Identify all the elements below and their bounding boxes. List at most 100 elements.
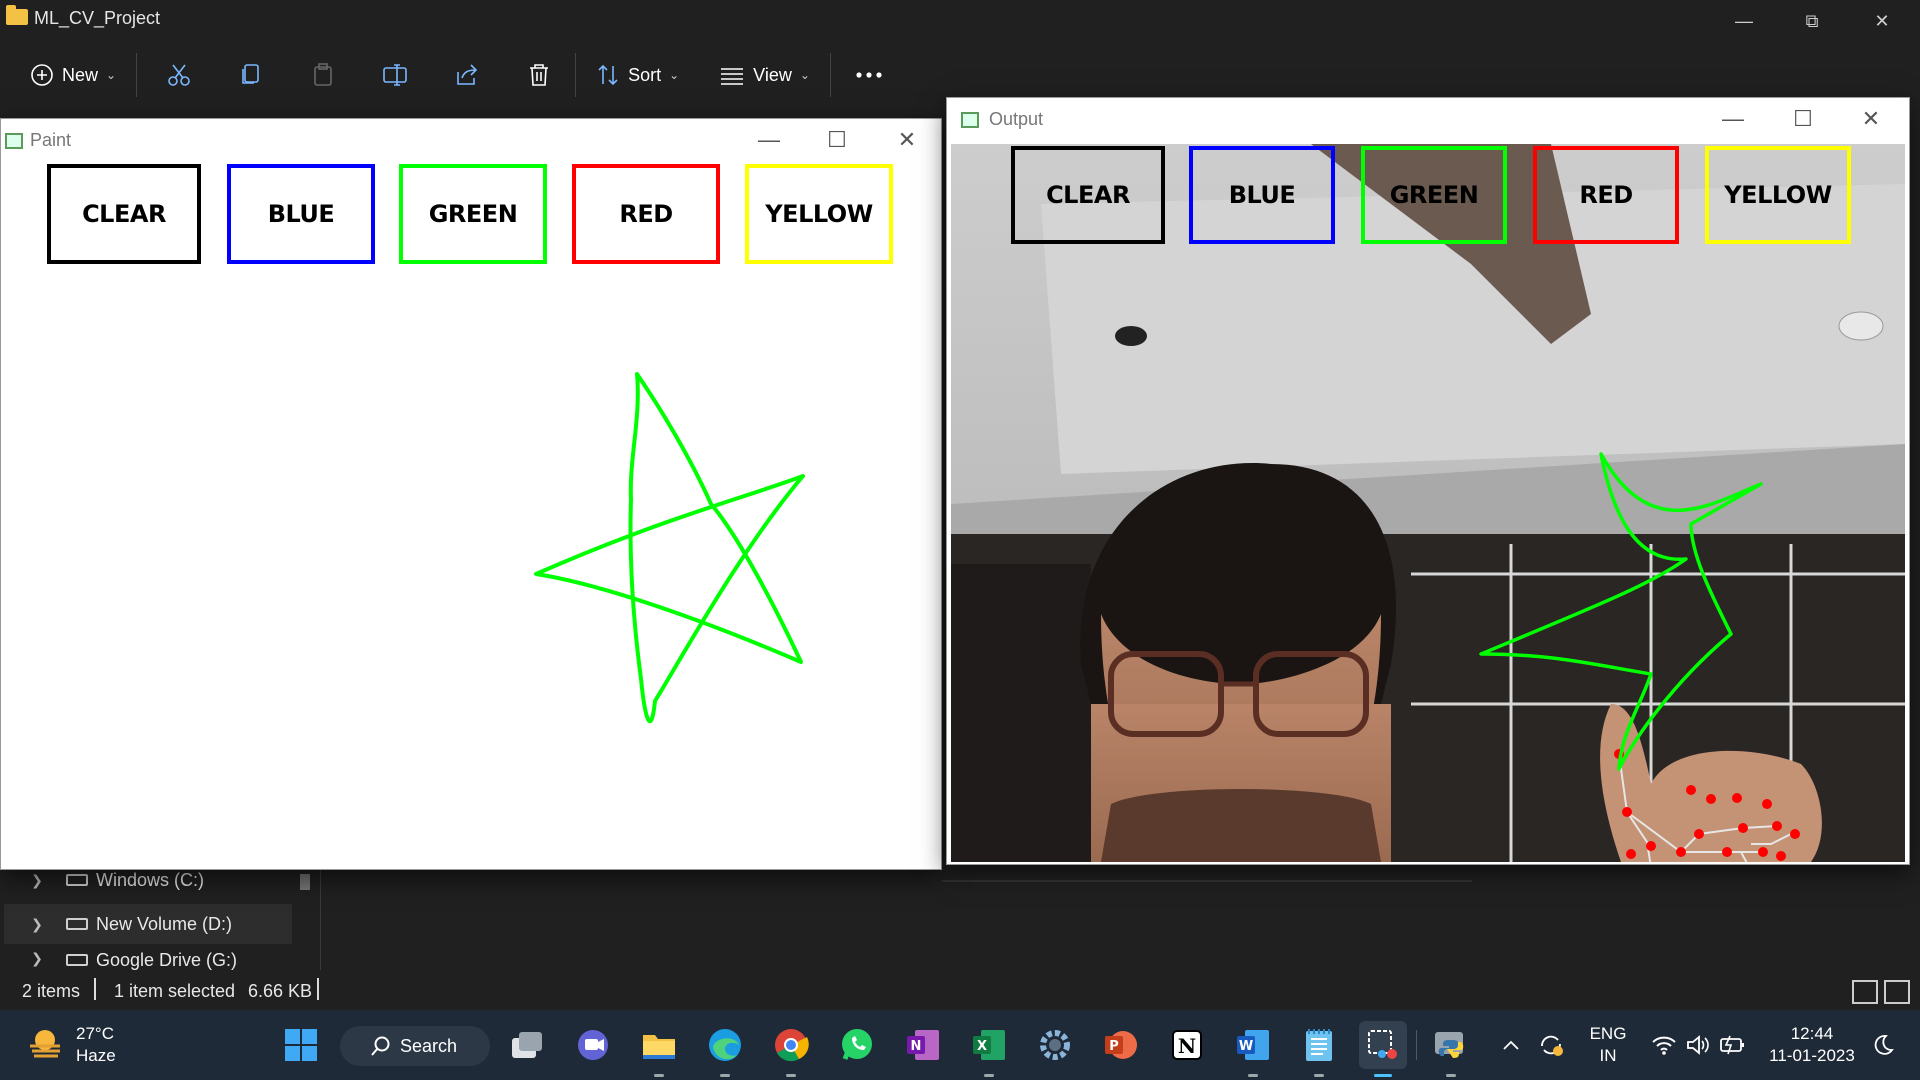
gear-icon xyxy=(1040,1030,1070,1060)
output-green-button[interactable]: GREEN xyxy=(1361,146,1507,244)
taskbar-settings[interactable] xyxy=(1031,1021,1079,1069)
svg-text:W: W xyxy=(1239,1039,1253,1054)
running-indicator xyxy=(786,1074,796,1077)
taskbar-divider xyxy=(1416,1030,1417,1060)
taskbar-chrome[interactable] xyxy=(767,1021,815,1077)
close-icon[interactable]: ✕ xyxy=(1852,6,1912,36)
paint-canvas[interactable] xyxy=(1,119,941,869)
new-button[interactable]: New ⌄ xyxy=(16,51,130,99)
snipping-tool-icon xyxy=(1368,1030,1397,1059)
nav-item-new-volume[interactable]: ❯ New Volume (D:) xyxy=(4,904,292,944)
sync-status[interactable] xyxy=(1534,1021,1568,1069)
copy-icon[interactable] xyxy=(229,51,273,99)
output-title: Output xyxy=(989,109,1044,129)
taskbar-notepad[interactable] xyxy=(1295,1021,1343,1077)
toolbar-divider xyxy=(575,53,577,97)
status-bar: 2 items 1 item selected 6.66 KB xyxy=(0,978,1920,1006)
explorer-title: ML_CV_Project xyxy=(34,8,161,28)
output-blue-button[interactable]: BLUE xyxy=(1189,146,1335,244)
pane-divider[interactable] xyxy=(320,860,321,970)
language-primary[interactable]: ENG xyxy=(1588,1023,1628,1045)
chevron-down-icon: ⌄ xyxy=(106,68,117,82)
running-indicator xyxy=(1374,1074,1392,1077)
battery-charging-icon xyxy=(1720,1035,1744,1055)
taskbar: 27°C Haze Search N X P N W ENG IN 12:44 … xyxy=(0,1010,1920,1080)
taskbar-word[interactable]: W xyxy=(1229,1021,1277,1077)
output-yellow-button[interactable]: YELLOW xyxy=(1705,146,1851,244)
nav-scrollbar-thumb[interactable] xyxy=(300,874,310,890)
share-icon[interactable] xyxy=(445,51,489,99)
app-icon xyxy=(961,112,979,128)
content-scrollbar[interactable] xyxy=(942,870,1472,882)
delete-icon[interactable] xyxy=(517,51,561,99)
output-red-button[interactable]: RED xyxy=(1533,146,1679,244)
language-region[interactable]: IN xyxy=(1588,1045,1628,1067)
sort-icon xyxy=(598,64,618,86)
more-options-icon[interactable] xyxy=(847,51,891,99)
chevron-down-icon: ⌄ xyxy=(799,68,810,82)
notepad-icon xyxy=(1306,1029,1332,1061)
tiles-view-icon[interactable] xyxy=(1884,980,1910,1004)
ceiling-lamp xyxy=(1838,311,1884,341)
running-indicator xyxy=(1314,1074,1324,1077)
taskbar-powerpoint[interactable]: P xyxy=(1097,1021,1145,1069)
start-button[interactable] xyxy=(277,1021,325,1069)
nav-label: Windows (C:) xyxy=(96,869,205,890)
word-icon: W xyxy=(1237,1030,1269,1060)
volume-status[interactable] xyxy=(1682,1021,1714,1069)
show-hidden-icons[interactable] xyxy=(1496,1021,1526,1069)
explorer-toolbar: New ⌄ Sort ⌄ View ⌄ xyxy=(0,46,960,104)
wifi-status[interactable] xyxy=(1648,1021,1680,1069)
clear-label: CLEAR xyxy=(1046,181,1130,209)
minimize-icon[interactable]: — xyxy=(1703,104,1763,134)
weather-widget[interactable] xyxy=(26,1024,64,1067)
view-button[interactable]: View ⌄ xyxy=(705,51,824,99)
drive-icon xyxy=(66,954,88,966)
search-box[interactable]: Search xyxy=(340,1026,490,1066)
svg-text:P: P xyxy=(1109,1039,1119,1054)
battery-status[interactable] xyxy=(1716,1021,1748,1069)
taskbar-snipping-tool[interactable] xyxy=(1359,1021,1407,1077)
weather-temp: 27°C xyxy=(76,1024,114,1043)
taskbar-edge[interactable] xyxy=(701,1021,749,1077)
paste-icon[interactable] xyxy=(301,51,345,99)
maximize-icon[interactable]: ☐ xyxy=(1773,104,1833,134)
drawn-star-stroke xyxy=(534,372,805,724)
sync-icon xyxy=(1541,1035,1563,1056)
speaker-icon xyxy=(1687,1035,1709,1055)
close-icon[interactable]: ✕ xyxy=(1841,104,1901,134)
moon-icon xyxy=(1874,1035,1894,1055)
taskbar-file-explorer[interactable] xyxy=(635,1021,683,1077)
rename-icon[interactable] xyxy=(373,51,417,99)
minimize-icon[interactable]: — xyxy=(1714,6,1774,36)
powerpoint-icon: P xyxy=(1105,1031,1137,1059)
output-titlebar[interactable]: Output — ☐ ✕ xyxy=(947,98,1909,140)
svg-text:X: X xyxy=(977,1039,987,1054)
notifications-button[interactable] xyxy=(1866,1021,1900,1069)
taskbar-task-view[interactable] xyxy=(503,1021,551,1069)
restore-icon[interactable]: ⧉ xyxy=(1782,6,1842,36)
sort-button[interactable]: Sort ⌄ xyxy=(582,51,693,99)
explorer-titlebar[interactable]: ML_CV_Project — ⧉ ✕ xyxy=(0,0,1920,40)
beard xyxy=(1101,789,1381,862)
onenote-icon: N xyxy=(907,1030,939,1060)
clock-date[interactable]: 11-01-2023 xyxy=(1766,1045,1858,1067)
nav-item-google-drive[interactable]: ❯ Google Drive (G:) xyxy=(4,950,292,972)
task-view-icon xyxy=(512,1032,542,1058)
taskbar-notion[interactable]: N xyxy=(1163,1021,1211,1069)
output-window: Output — ☐ ✕ CLEAR BLUE GREEN RED YELLOW xyxy=(946,97,1910,865)
nav-label: New Volume (D:) xyxy=(96,913,233,934)
clock-time[interactable]: 12:44 xyxy=(1766,1023,1858,1045)
search-label: Search xyxy=(400,1035,458,1056)
cut-icon[interactable] xyxy=(157,51,201,99)
weather-haze-icon xyxy=(30,1030,60,1058)
taskbar-onenote[interactable]: N xyxy=(899,1021,947,1069)
taskbar-excel[interactable]: X xyxy=(965,1021,1013,1077)
output-clear-button[interactable]: CLEAR xyxy=(1011,146,1165,244)
taskbar-python[interactable] xyxy=(1427,1021,1475,1077)
details-view-icon[interactable] xyxy=(1852,980,1878,1004)
taskbar-whatsapp[interactable] xyxy=(833,1021,881,1069)
chrome-icon xyxy=(775,1029,809,1062)
taskbar-teams[interactable] xyxy=(569,1021,617,1069)
file-explorer-icon xyxy=(643,1035,675,1059)
